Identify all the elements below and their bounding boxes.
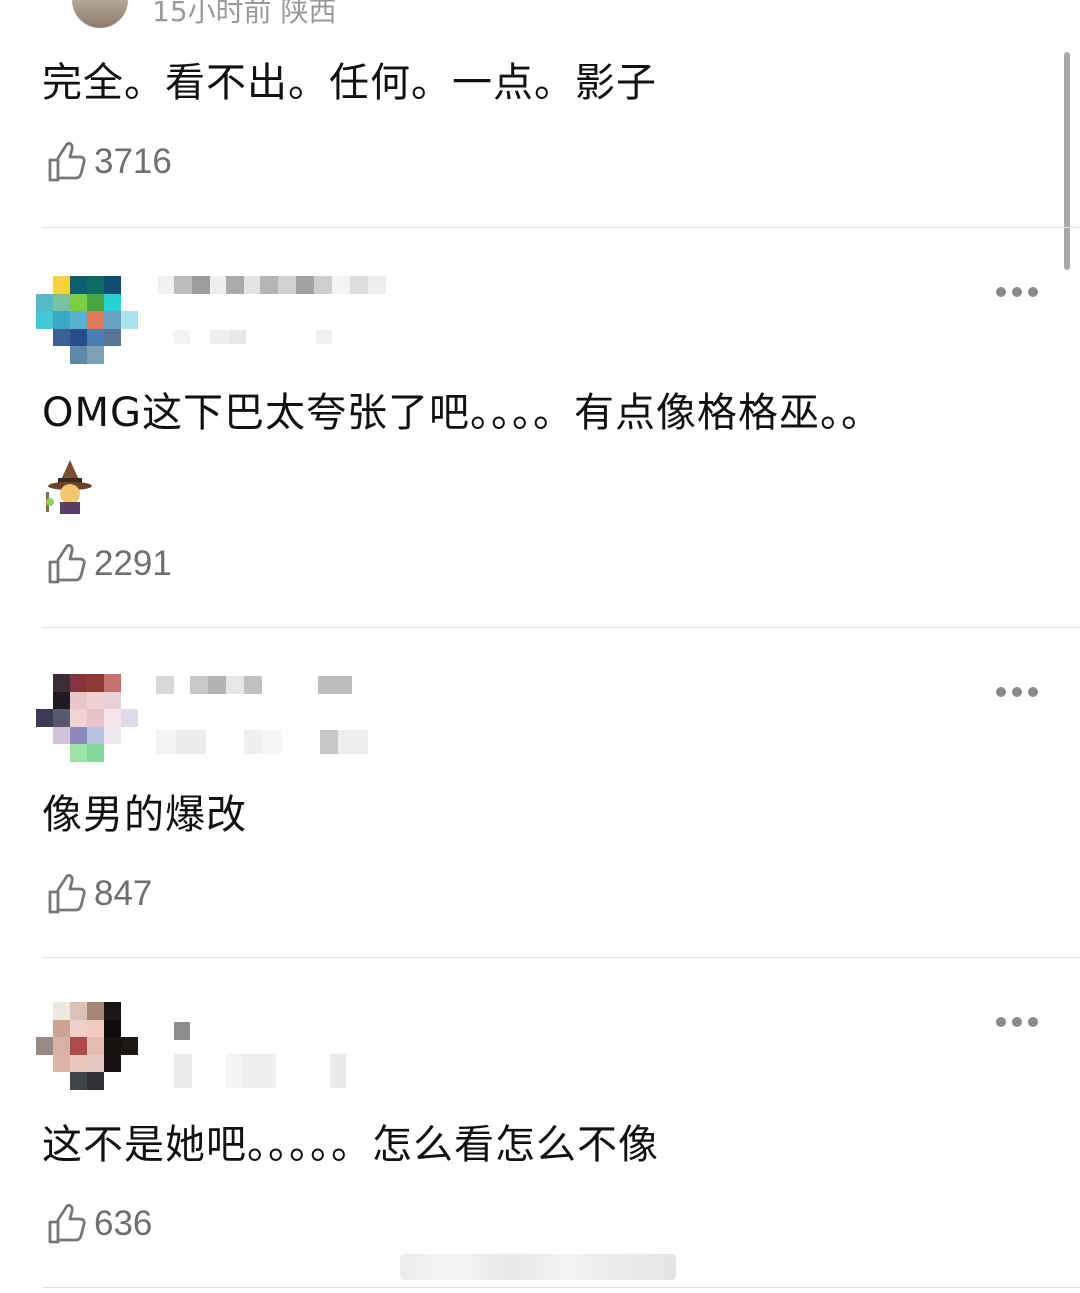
more-options-icon[interactable] <box>996 286 1038 298</box>
more-options-icon[interactable] <box>996 686 1038 698</box>
thumbs-up-icon <box>48 543 86 584</box>
thumbs-up-icon <box>48 141 86 182</box>
comment-meta <box>174 1054 346 1088</box>
comment-item: 这不是她吧。。。。。怎么看怎么不像 636 <box>0 958 1080 1288</box>
comment-text: 这不是她吧。。。。。怎么看怎么不像 <box>42 1122 659 1168</box>
username[interactable] <box>156 676 368 694</box>
thumbs-up-icon <box>48 873 86 914</box>
like-count: 3716 <box>94 142 172 181</box>
like-button[interactable]: 847 <box>44 872 152 916</box>
avatar[interactable] <box>36 1002 138 1090</box>
like-button[interactable]: 636 <box>44 1202 152 1246</box>
comment-item: OMG这下巴太夸张了吧。。。。有点像格格巫。。 2291 <box>0 228 1080 628</box>
comment-item: 像男的爆改 847 <box>0 628 1080 958</box>
username[interactable] <box>158 276 386 294</box>
like-button[interactable]: 2291 <box>44 542 172 586</box>
thumbs-up-icon <box>48 1203 86 1244</box>
like-button[interactable]: 3716 <box>44 140 172 184</box>
more-options-icon[interactable] <box>996 1016 1038 1028</box>
comment-item: 完全。看不出。任何。一点。影子 3716 <box>0 0 1080 230</box>
watermark <box>400 1254 676 1280</box>
divider <box>42 1287 1080 1288</box>
like-count: 847 <box>94 874 153 913</box>
avatar[interactable] <box>36 276 138 364</box>
comment-text: 像男的爆改 <box>42 792 247 838</box>
like-count: 2291 <box>94 544 172 583</box>
like-count: 636 <box>94 1204 153 1243</box>
witch-emoji-icon <box>46 460 92 514</box>
username[interactable] <box>174 1022 190 1040</box>
comment-text: OMG这下巴太夸张了吧。。。。有点像格格巫。。 <box>42 390 882 436</box>
comment-text: 完全。看不出。任何。一点。影子 <box>42 60 657 106</box>
comment-meta <box>156 730 368 754</box>
avatar[interactable] <box>36 674 138 762</box>
comment-meta <box>174 330 332 344</box>
